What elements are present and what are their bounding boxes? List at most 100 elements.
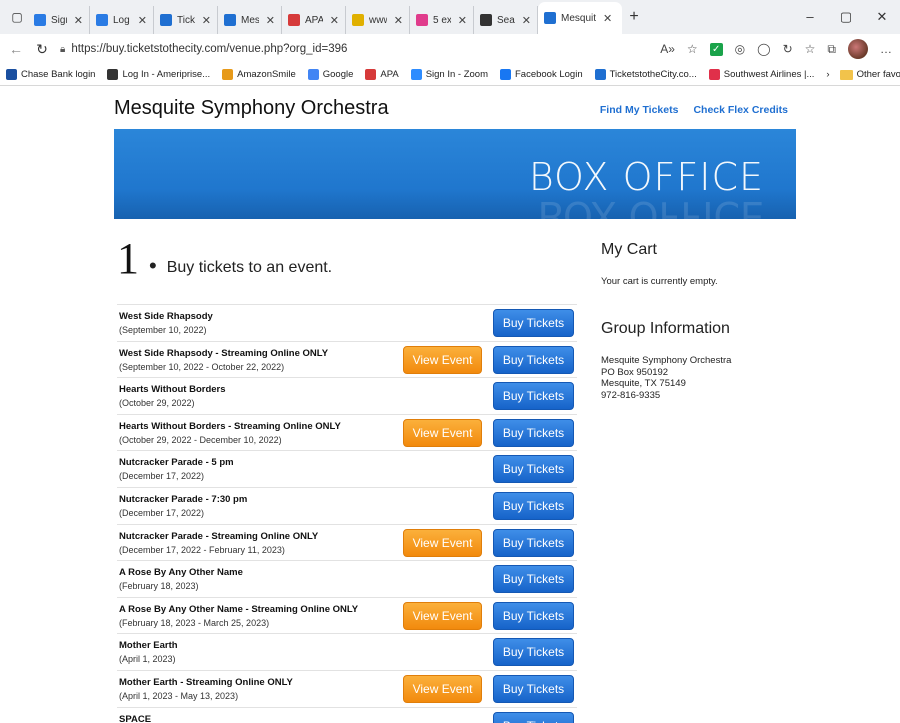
event-name: A Rose By Any Other Name	[119, 567, 243, 579]
url-field[interactable]: 🔒︎ https://buy.ticketstothecity.com/venu…	[60, 43, 650, 55]
buy-tickets-button[interactable]: Buy Tickets	[493, 638, 574, 667]
other-favorites-folder[interactable]: Other favorite	[839, 69, 900, 80]
buy-tickets-button[interactable]: Buy Tickets	[493, 565, 574, 594]
close-tab-icon[interactable]: ✕	[394, 14, 403, 27]
close-tab-icon[interactable]: ✕	[74, 14, 83, 27]
favorites-icon[interactable]: ☆	[805, 42, 816, 56]
check-flex-credits-link[interactable]: Check Flex Credits	[693, 104, 788, 116]
tab-5[interactable]: www.pla ✕	[346, 6, 410, 34]
bookmark-label: APA	[380, 69, 399, 80]
event-date: (October 29, 2022 - December 10, 2022)	[119, 434, 282, 445]
view-event-button[interactable]: View Event	[403, 528, 482, 557]
event-date: (October 29, 2022)	[119, 398, 195, 409]
buy-tickets-button[interactable]: Buy Tickets	[493, 382, 574, 411]
new-tab-button[interactable]: +	[622, 8, 646, 26]
bookmarks-overflow-icon[interactable]: ›	[826, 69, 829, 80]
favorite-star-icon[interactable]: ☆	[687, 42, 698, 56]
buy-tickets-button[interactable]: Buy Tickets	[493, 674, 574, 703]
event-name: Nutcracker Parade - 7:30 pm	[119, 493, 248, 505]
refresh-icon[interactable]: ↻	[34, 41, 50, 58]
globe-icon	[96, 14, 108, 26]
bookmark-2[interactable]: AmazonSmile	[222, 69, 296, 80]
buy-tickets-button[interactable]: Buy Tickets	[493, 528, 574, 557]
event-name: West Side Rhapsody	[119, 311, 213, 322]
bookmark-3[interactable]: Google	[307, 69, 353, 80]
maximize-icon[interactable]: ▢	[828, 9, 864, 25]
event-row: Nutcracker Parade - 5 pm (December 17, 20…	[117, 450, 577, 487]
folder-dark-icon	[480, 14, 492, 26]
group-info-line: 972-816-9335	[601, 389, 661, 401]
tab-6[interactable]: 5 exercis ✕	[410, 6, 474, 34]
bookmark-0[interactable]: Chase Bank login	[6, 69, 95, 80]
buy-tickets-button[interactable]: Buy Tickets	[493, 345, 574, 374]
group-address: Mesquite Symphony Orchestra PO Box 950192…	[601, 355, 801, 401]
bookmark-5[interactable]: Sign In - Zoom	[410, 69, 488, 80]
tab-4[interactable]: APA | Da ✕	[282, 6, 346, 34]
tab-7[interactable]: Season ✕	[474, 6, 538, 34]
buy-tickets-button[interactable]: Buy Tickets	[493, 455, 574, 484]
bookmark-7[interactable]: TicketstotheCity.co...	[594, 69, 697, 80]
bookmark-6[interactable]: Facebook Login	[500, 69, 583, 80]
close-tab-icon[interactable]: ✕	[138, 14, 147, 27]
close-tab-icon[interactable]: ✕	[202, 14, 211, 27]
buy-tickets-button[interactable]: Buy Tickets	[493, 711, 574, 723]
view-event-button[interactable]: View Event	[403, 345, 482, 374]
bookmark-icon	[307, 69, 319, 80]
view-event-button[interactable]: View Event	[403, 418, 482, 447]
lock-icon[interactable]: 🔒︎	[60, 44, 65, 55]
find-my-tickets-link[interactable]: Find My Tickets	[600, 104, 679, 116]
read-aloud-icon[interactable]: A»	[660, 42, 675, 56]
view-event-button[interactable]: View Event	[403, 674, 482, 703]
apa-icon	[288, 14, 300, 26]
tab-title: Season	[497, 14, 515, 26]
buy-tickets-button[interactable]: Buy Tickets	[493, 601, 574, 630]
tab-1[interactable]: Log out ✕	[90, 6, 154, 34]
minimize-icon[interactable]: –	[792, 9, 828, 25]
close-window-icon[interactable]: ✕	[864, 9, 900, 25]
event-name: West Side Rhapsody - Streaming Online ON…	[119, 347, 329, 359]
bookmark-8[interactable]: Southwest Airlines |...	[708, 69, 815, 80]
tab-3[interactable]: Mesquite ✕	[218, 6, 282, 34]
globe-icon	[34, 14, 46, 26]
ticketstothecity-icon	[544, 12, 556, 24]
event-row: SPACE Buy Tickets	[117, 706, 577, 723]
tab-title: Mesquite	[241, 14, 259, 26]
site-title: Mesquite Symphony Orchestra	[114, 97, 389, 119]
close-tab-icon[interactable]: ✕	[266, 14, 275, 27]
buy-tickets-button[interactable]: Buy Tickets	[493, 309, 574, 337]
tab-2[interactable]: Ticketsto ✕	[154, 6, 218, 34]
event-row: A Rose By Any Other Name (February 18, 20…	[117, 560, 577, 597]
extension-shield-icon[interactable]: ◯	[757, 42, 770, 56]
tab-0[interactable]: Sign in ✕	[28, 6, 90, 34]
tab-actions-icon[interactable]: ▢	[6, 6, 28, 28]
close-tab-icon[interactable]: ✕	[458, 14, 467, 27]
tab-8[interactable]: Mesquit ✕	[538, 2, 622, 34]
extension-check-icon[interactable]: ✓	[709, 42, 723, 56]
step-label: Buy tickets to an event.	[166, 259, 333, 276]
step-dot: •	[149, 253, 157, 278]
refresh-extension-icon[interactable]: ↻	[783, 42, 793, 56]
close-tab-icon[interactable]: ✕	[330, 14, 339, 27]
sidebar: My Cart Your cart is currently empty. Gr…	[601, 241, 801, 401]
buy-tickets-button[interactable]: Buy Tickets	[493, 418, 574, 447]
profile-avatar[interactable]	[848, 39, 868, 59]
bookmark-icon	[410, 69, 422, 80]
tab-title: Mesquit	[561, 12, 597, 24]
bookmark-icon	[594, 69, 606, 80]
view-event-button[interactable]: View Event	[403, 601, 482, 630]
more-menu-icon[interactable]: …	[880, 42, 892, 56]
web-page: Mesquite Symphony Orchestra Find My Tick…	[0, 87, 900, 723]
close-tab-icon[interactable]: ✕	[603, 12, 612, 25]
buy-tickets-button[interactable]: Buy Tickets	[493, 491, 574, 520]
bookmark-4[interactable]: APA	[365, 69, 399, 80]
close-tab-icon[interactable]: ✕	[522, 14, 531, 27]
check-icon	[352, 14, 364, 26]
bookmark-label: Southwest Airlines |...	[723, 69, 815, 80]
event-date: (September 10, 2022)	[119, 325, 207, 335]
extension-search-icon[interactable]: ◎	[735, 42, 745, 56]
bookmark-1[interactable]: Log In - Ameriprise...	[107, 69, 210, 80]
back-icon[interactable]: ←	[8, 41, 24, 57]
collections-icon[interactable]: ⧉	[827, 42, 836, 57]
event-row: Mother Earth (April 1, 2023) Buy Tickets	[117, 633, 577, 670]
event-date: (December 17, 2022)	[119, 507, 205, 518]
